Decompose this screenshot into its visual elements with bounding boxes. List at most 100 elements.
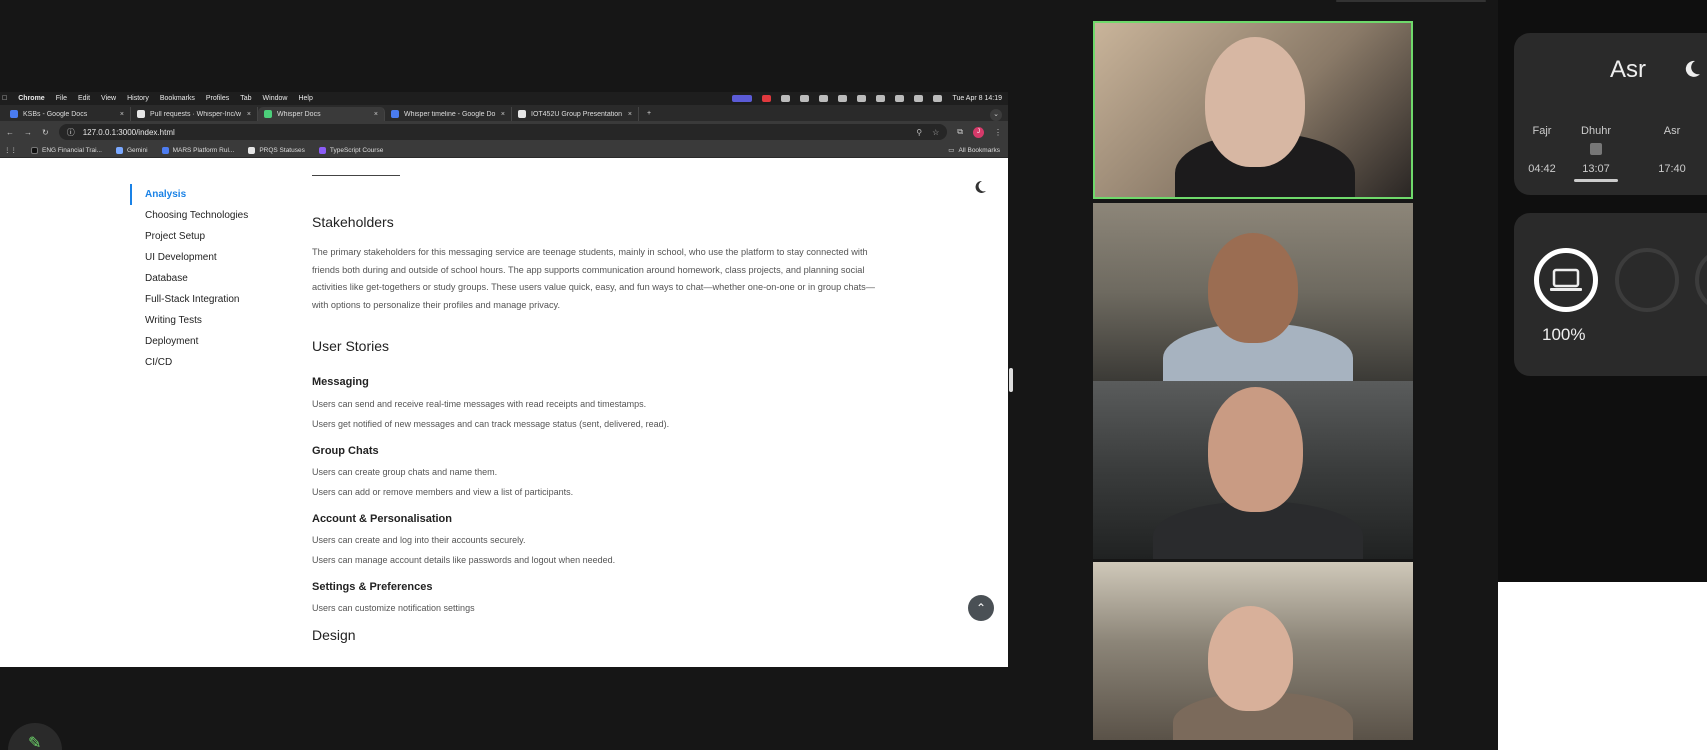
- menu-tab[interactable]: Tab: [240, 95, 251, 102]
- url-text[interactable]: 127.0.0.1:3000/index.html: [83, 128, 175, 137]
- docs-icon: [10, 110, 18, 118]
- bookmark-typescript[interactable]: TypeScript Course: [318, 146, 383, 154]
- sidebar-item-full-stack-integration[interactable]: Full-Stack Integration: [130, 289, 248, 310]
- menu-bookmarks[interactable]: Bookmarks: [160, 95, 195, 102]
- participant-face: [1208, 606, 1293, 711]
- new-tab-button[interactable]: +: [639, 107, 659, 121]
- tab-title: Whisper timeline - Google Do: [404, 110, 496, 118]
- omnibox-actions: ⚲ ☆: [916, 128, 939, 137]
- participant-video-2[interactable]: [1093, 203, 1413, 381]
- resize-handle[interactable]: [1009, 368, 1013, 392]
- bookmark-icon: [31, 146, 38, 154]
- story-text: Users can send and receive real-time mes…: [312, 399, 647, 409]
- bookmark-star-icon[interactable]: ☆: [932, 128, 939, 137]
- prayer-times-widget[interactable]: Asr Fajr 04:42 Dhuhr 13:07 Asr 17:40: [1514, 33, 1707, 195]
- tab-title: IOT452U Group Presentation: [531, 110, 623, 118]
- menu-window[interactable]: Window: [263, 95, 288, 102]
- reload-icon[interactable]: ↻: [42, 128, 49, 137]
- browser-toolbar: ← → ↻ ⓘ 127.0.0.1:3000/index.html ⚲ ☆ ⧉ …: [0, 121, 1008, 143]
- github-icon: [248, 146, 256, 154]
- participant-face: [1208, 387, 1303, 512]
- sidebar-item-deployment[interactable]: Deployment: [130, 331, 248, 352]
- tab-pull-requests[interactable]: Pull requests · Whisper-Inc/w ×: [131, 107, 258, 121]
- laptop-icon: [1550, 268, 1582, 291]
- battery-widget[interactable]: 100%: [1514, 213, 1707, 376]
- screen-share-icon[interactable]: [732, 95, 753, 102]
- tab-whisper-timeline[interactable]: Whisper timeline - Google Do ×: [385, 107, 512, 121]
- current-prayer: Asr: [1610, 56, 1646, 83]
- chevron-down-icon[interactable]: ⌄: [990, 109, 1002, 121]
- control-center-icon[interactable]: [914, 95, 924, 102]
- gemini-icon: [115, 146, 123, 154]
- lock-icon[interactable]: [800, 95, 810, 102]
- battery-ring-empty: [1615, 248, 1679, 312]
- bookmark-label: MARS Platform Rul...: [172, 146, 235, 154]
- apple-icon[interactable]: : [2, 95, 7, 102]
- profile-avatar[interactable]: J: [973, 126, 984, 138]
- tab-whisper-docs[interactable]: Whisper Docs ×: [258, 107, 385, 121]
- annotate-button[interactable]: ✎: [8, 723, 62, 750]
- participant-video-3[interactable]: [1093, 381, 1413, 559]
- menu-file[interactable]: File: [56, 95, 67, 102]
- battery-icon[interactable]: [857, 95, 867, 102]
- sidebar-item-ui-development[interactable]: UI Development: [130, 247, 248, 268]
- bookmark-eng-financial[interactable]: ENG Financial Trai...: [31, 146, 102, 154]
- siri-icon[interactable]: [933, 95, 943, 102]
- section-divider: [312, 175, 400, 176]
- scroll-to-top-button[interactable]: ⌃: [968, 595, 994, 621]
- extensions-icon[interactable]: ⧉: [957, 127, 963, 137]
- close-icon[interactable]: ×: [628, 111, 632, 118]
- prayer-time: 17:40: [1658, 163, 1686, 175]
- prayer-time: 04:42: [1528, 163, 1556, 175]
- sidebar-item-ci-cd[interactable]: CI/CD: [130, 352, 248, 373]
- menu-help[interactable]: Help: [298, 95, 312, 102]
- sidebar-item-analysis[interactable]: Analysis: [130, 184, 248, 205]
- site-info-icon[interactable]: ⓘ: [67, 127, 75, 138]
- all-bookmarks-label: All Bookmarks: [958, 146, 1000, 154]
- bookmark-prqs[interactable]: PRQS Statuses: [248, 146, 305, 154]
- bookmark-mars[interactable]: MARS Platform Rul...: [161, 146, 235, 154]
- zoom-icon[interactable]: ⚲: [916, 128, 922, 137]
- sidebar-item-database[interactable]: Database: [130, 268, 248, 289]
- participant-face: [1208, 233, 1298, 343]
- sidebar-item-choosing-technologies[interactable]: Choosing Technologies: [130, 205, 248, 226]
- close-icon[interactable]: ×: [374, 111, 378, 118]
- shield-icon[interactable]: [819, 95, 829, 102]
- menu-profiles[interactable]: Profiles: [206, 95, 229, 102]
- more-menu-icon[interactable]: ⋮: [994, 128, 1002, 137]
- bookmark-gemini[interactable]: Gemini: [115, 146, 148, 154]
- close-icon[interactable]: ×: [120, 111, 124, 118]
- widget-panel-blank: [1498, 582, 1707, 750]
- check-icon[interactable]: [838, 95, 848, 102]
- app-red-icon[interactable]: [762, 95, 772, 102]
- stakeholders-paragraph: The primary stakeholders for this messag…: [312, 247, 875, 310]
- prayer-fajr: Fajr 04:42: [1512, 125, 1572, 175]
- doc-content: Stakeholders The primary stakeholders fo…: [312, 158, 882, 643]
- close-icon[interactable]: ×: [501, 111, 505, 118]
- menu-history[interactable]: History: [127, 95, 149, 102]
- menu-chrome[interactable]: Chrome: [18, 95, 44, 102]
- folder-icon: ▭: [948, 147, 955, 154]
- pencil-icon: ✎: [28, 735, 42, 750]
- design-heading: Design: [312, 627, 356, 643]
- wifi-icon[interactable]: [876, 95, 886, 102]
- tab-group-presentation[interactable]: IOT452U Group Presentation ×: [512, 107, 639, 121]
- sidebar-item-writing-tests[interactable]: Writing Tests: [130, 310, 248, 331]
- search-icon[interactable]: [895, 95, 905, 102]
- course-icon: [318, 146, 326, 154]
- pen-icon[interactable]: [781, 95, 791, 102]
- forward-icon[interactable]: →: [24, 128, 32, 137]
- sidebar-item-project-setup[interactable]: Project Setup: [130, 226, 248, 247]
- story-text: Users can create group chats and name th…: [312, 467, 498, 477]
- close-icon[interactable]: ×: [247, 111, 251, 118]
- menu-view[interactable]: View: [101, 95, 116, 102]
- participant-video-1[interactable]: [1093, 21, 1413, 199]
- tab-ksbs[interactable]: KSBs - Google Docs ×: [4, 107, 131, 121]
- back-icon[interactable]: ←: [6, 128, 14, 137]
- all-bookmarks[interactable]: ▭ All Bookmarks: [948, 146, 1008, 155]
- menu-edit[interactable]: Edit: [78, 95, 90, 102]
- apps-icon[interactable]: ⋮⋮: [4, 146, 17, 154]
- address-bar[interactable]: ⓘ 127.0.0.1:3000/index.html ⚲ ☆: [58, 124, 948, 140]
- moon-icon[interactable]: [973, 180, 987, 194]
- participant-video-4[interactable]: [1093, 562, 1413, 740]
